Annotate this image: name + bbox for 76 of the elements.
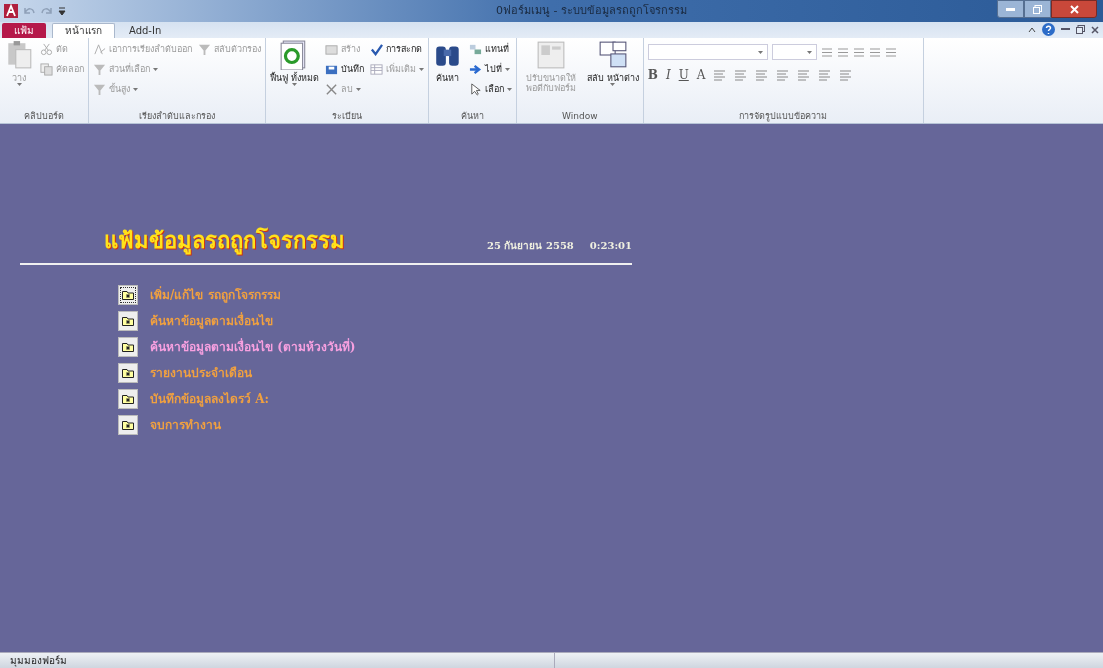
new-icon [324, 43, 338, 56]
collapse-ribbon-icon[interactable] [1028, 26, 1036, 33]
menu-button[interactable] [118, 337, 138, 357]
close-icon [1069, 4, 1079, 14]
windows-icon [597, 40, 628, 70]
menu-label: บันทึกข้อมูลลงไดรว์ A: [150, 391, 269, 408]
menu-button[interactable] [118, 415, 138, 435]
ribbon-button[interactable]: แทนที่ [468, 41, 512, 58]
menu-label: จบการทำงาน [150, 417, 221, 434]
app-icon[interactable] [4, 4, 18, 18]
caret-icon [757, 50, 763, 54]
folder-icon [122, 420, 134, 430]
filter-icon [93, 83, 106, 96]
close-button[interactable] [1051, 0, 1097, 18]
copy-icon [40, 63, 53, 76]
replace-icon [468, 43, 482, 56]
cut-icon [40, 43, 53, 56]
menu-button[interactable] [118, 389, 138, 409]
restore-icon[interactable] [1076, 25, 1085, 34]
menu-button[interactable] [118, 363, 138, 383]
date-label: 25 กันยายน 2558 [487, 239, 574, 253]
group-label: คลิปบอร์ด [23, 110, 65, 123]
ribbon-button[interactable]: ไปที่ [468, 61, 512, 78]
ribbon-tab[interactable]: หน้าแรก [52, 23, 115, 38]
folder-icon [122, 368, 134, 378]
help-icon[interactable] [1042, 23, 1055, 36]
spell-icon [369, 43, 383, 56]
restore-button[interactable] [1024, 0, 1051, 18]
caret-icon [806, 50, 812, 54]
group-label: เรียงลำดับและกรอง [138, 110, 216, 123]
minimize-icon[interactable] [1061, 28, 1070, 31]
font-name-field[interactable] [647, 44, 768, 60]
menu-label: ค้นหาข้อมูลตามเงื่อนไข [150, 312, 273, 330]
format-button[interactable]: A [696, 66, 706, 84]
save-icon [324, 63, 338, 76]
filter-icon [93, 63, 106, 76]
form-icon [535, 40, 566, 70]
group-label: ระเบียน [330, 110, 363, 123]
form-title: แฟ้มข้อมูลรถถูกโจรกรรม [104, 226, 345, 257]
group-label: การจัดรูปแบบข้อความ [738, 110, 829, 123]
ribbon-tab[interactable]: Add-In [117, 23, 174, 38]
folder-icon [122, 342, 134, 352]
status-text: มุมมองฟอร์ม [10, 654, 67, 668]
folder-icon [122, 290, 134, 300]
menu-label: เพิ่ม/แก้ไข รถถูกโจรกรรม [150, 286, 281, 304]
menu-label: รายงานประจำเดือน [150, 365, 252, 382]
font-size-field[interactable] [771, 44, 817, 60]
arrow-icon [468, 63, 482, 76]
ribbon-button[interactable]: บันทึก [324, 61, 364, 78]
minimize-icon [1006, 7, 1015, 11]
format-button[interactable]: B [647, 66, 658, 84]
ribbon-button[interactable]: การสะกด [369, 41, 424, 58]
group-label: ค้นหา [459, 110, 485, 123]
window-title: 0ฟอร์มเมนู - ระบบข้อมูลรถถูกโจรกรรม [496, 2, 687, 19]
restore-icon [1033, 4, 1042, 14]
ribbon-button[interactable]: เลือก [468, 81, 512, 98]
minimize-button[interactable] [997, 0, 1024, 18]
ribbon-button[interactable]: ค้นหา [432, 40, 463, 110]
delete-icon [324, 83, 338, 96]
pointer-icon [468, 83, 482, 96]
menu-button[interactable] [118, 285, 138, 305]
folder-icon [122, 316, 134, 326]
menu-label: ค้นหาข้อมูลตามเงื่อนไข (ตามห้วงวันที่) [150, 338, 356, 356]
customize-toolbar-icon[interactable] [58, 6, 66, 16]
ribbon-button[interactable]: สลับ หน้าต่าง [586, 40, 639, 110]
folder-icon [122, 394, 134, 404]
filter-icon [198, 43, 211, 56]
time-label: 0:23:01 [589, 239, 632, 253]
menu-button[interactable] [118, 311, 138, 331]
format-button[interactable]: U [678, 66, 689, 84]
ribbon-tab[interactable]: แฟ้ม [2, 23, 46, 38]
table-icon [369, 63, 383, 76]
format-button[interactable]: I [665, 66, 671, 84]
close-icon[interactable] [1091, 25, 1099, 34]
ribbon-button[interactable]: ฟื้นฟู ทั้งหมด [270, 40, 319, 110]
group-label: Window [561, 110, 599, 123]
